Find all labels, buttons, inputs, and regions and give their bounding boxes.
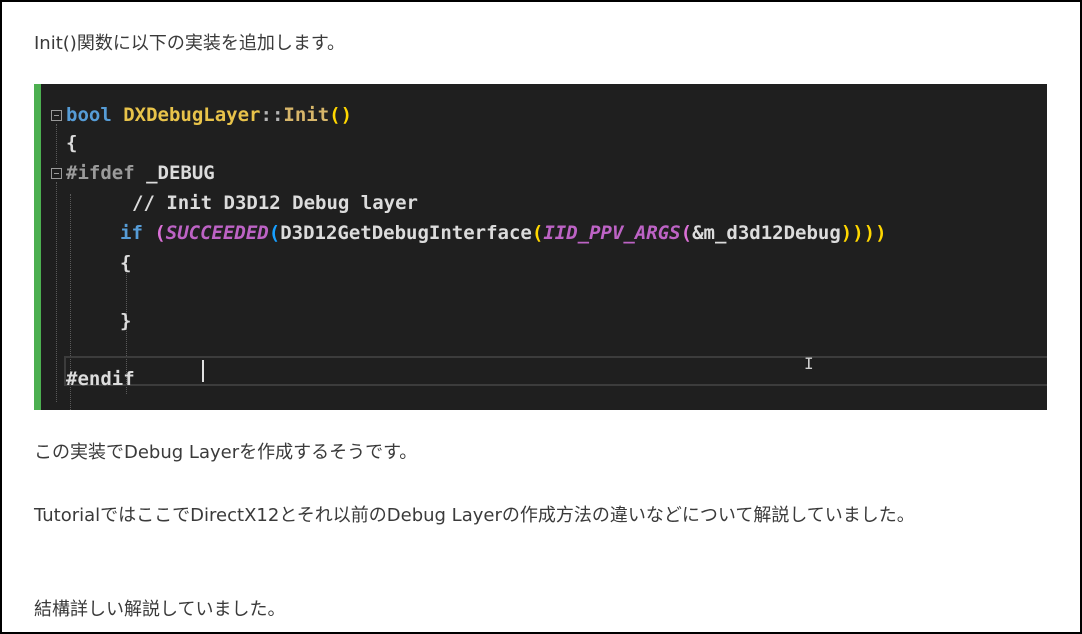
code-line-3: #ifdef _DEBUG bbox=[66, 162, 215, 184]
fold-guide bbox=[56, 124, 57, 164]
code-change-bar bbox=[34, 84, 41, 410]
code-line-4: // Init D3D12 Debug layer bbox=[132, 192, 418, 214]
code-line-5: if (SUCCEEDED(D3D12GetDebugInterface(IID… bbox=[120, 222, 887, 244]
after-code-paragraph: この実装でDebug Layerを作成するそうです。 bbox=[34, 442, 418, 463]
code-line-10: #endif bbox=[66, 368, 135, 390]
tutorial-paragraph: TutorialではここでDirectX12とそれ以前のDebug Layerの… bbox=[34, 505, 915, 526]
code-line-8: } bbox=[120, 310, 132, 332]
collapse-icon[interactable] bbox=[51, 168, 62, 179]
closing-paragraph: 結構詳しい解説していました。 bbox=[34, 599, 286, 620]
collapse-icon[interactable] bbox=[51, 110, 62, 121]
code-line-1: bool DXDebugLayer::Init() bbox=[66, 104, 353, 126]
code-block[interactable]: I bool DXDebugLayer::Init() { #ifdef _DE… bbox=[34, 84, 1047, 410]
ibeam-cursor-icon: I bbox=[804, 354, 814, 373]
text-caret bbox=[202, 360, 204, 382]
code-line-6: { bbox=[120, 252, 132, 274]
fold-guide bbox=[56, 182, 57, 402]
article-frame: Init()関数に以下の実装を追加します。 I bool DXDebugLaye… bbox=[0, 0, 1082, 634]
code-line-2: { bbox=[66, 132, 78, 154]
current-line-highlight bbox=[64, 356, 1047, 386]
intro-paragraph: Init()関数に以下の実装を追加します。 bbox=[34, 33, 346, 54]
